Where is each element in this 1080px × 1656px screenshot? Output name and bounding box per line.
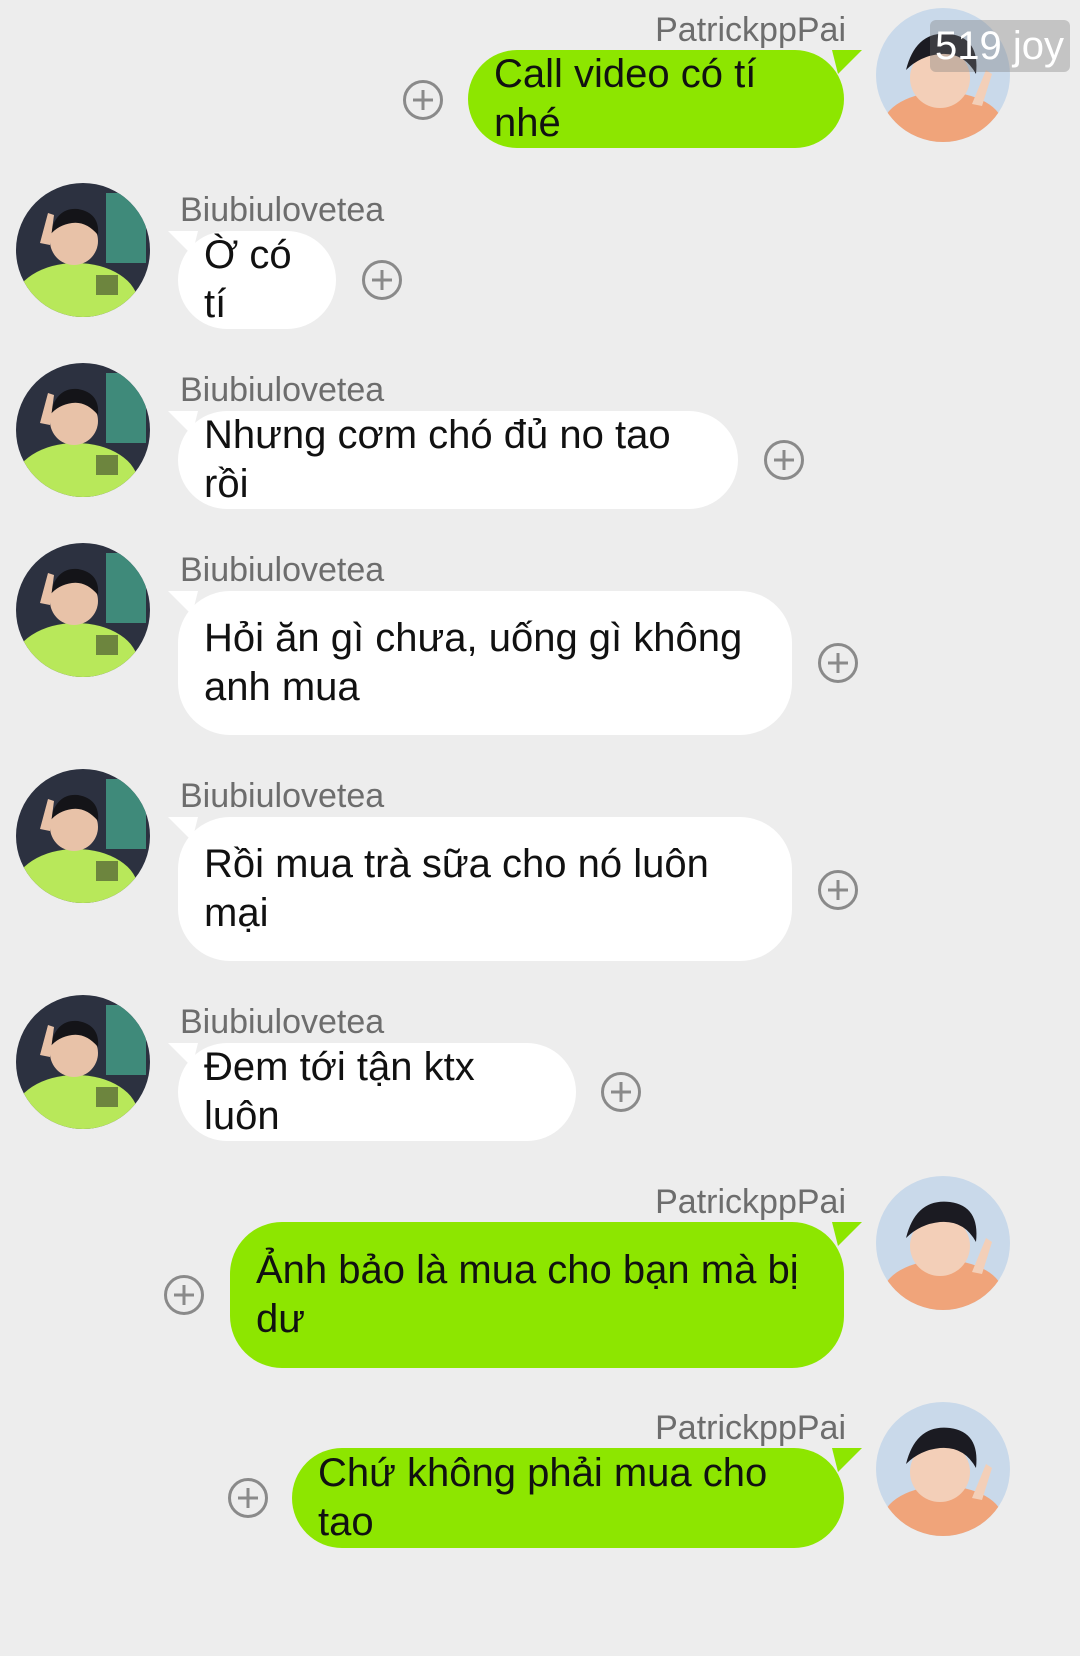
- message-text: Chứ không phải mua cho tao: [318, 1451, 768, 1544]
- message-bubble-incoming[interactable]: Hỏi ăn gì chưa, uống gì không anh mua: [178, 591, 792, 735]
- message-text: Đem tới tận ktx luôn: [204, 1045, 475, 1138]
- message-text: Ờ có tí: [204, 233, 292, 326]
- add-reaction-icon[interactable]: [818, 643, 858, 683]
- contact-avatar[interactable]: [16, 363, 150, 497]
- add-reaction-icon[interactable]: [818, 870, 858, 910]
- sender-name: Biubiulovetea: [180, 777, 385, 815]
- user-avatar[interactable]: [876, 1176, 1010, 1310]
- message-bubble-outgoing[interactable]: Ảnh bảo là mua cho bạn mà bị dư: [230, 1222, 844, 1368]
- sender-name: PatrickppPai: [655, 1409, 846, 1447]
- add-reaction-icon[interactable]: [164, 1275, 204, 1315]
- message-text: Rồi mua trà sữa cho nó luôn mại: [204, 842, 709, 935]
- add-reaction-icon[interactable]: [228, 1478, 268, 1518]
- message-bubble-incoming[interactable]: Đem tới tận ktx luôn: [178, 1043, 576, 1141]
- bubble-tail: [832, 50, 862, 74]
- bubble-tail: [832, 1222, 862, 1246]
- contact-avatar[interactable]: [16, 543, 150, 677]
- add-reaction-icon[interactable]: [601, 1072, 641, 1112]
- message-text: Hỏi ăn gì chưa, uống gì không anh mua: [204, 616, 743, 709]
- contact-avatar[interactable]: [16, 183, 150, 317]
- sender-name: Biubiulovetea: [180, 1003, 385, 1041]
- sender-name: Biubiulovetea: [180, 371, 385, 409]
- contact-avatar[interactable]: [16, 995, 150, 1129]
- bubble-tail: [832, 1448, 862, 1472]
- message-bubble-incoming[interactable]: Ờ có tí: [178, 231, 336, 329]
- message-bubble-incoming[interactable]: Rồi mua trà sữa cho nó luôn mại: [178, 817, 792, 961]
- add-reaction-icon[interactable]: [403, 80, 443, 120]
- sender-name: PatrickppPai: [655, 11, 846, 49]
- add-reaction-icon[interactable]: [362, 260, 402, 300]
- watermark-label: 519 joy: [930, 20, 1070, 72]
- message-text: Call video có tí nhé: [494, 52, 757, 145]
- message-bubble-outgoing[interactable]: Call video có tí nhé: [468, 50, 844, 148]
- sender-name: Biubiulovetea: [180, 191, 385, 229]
- sender-name: Biubiulovetea: [180, 551, 385, 589]
- add-reaction-icon[interactable]: [764, 440, 804, 480]
- message-text: Nhưng cơm chó đủ no tao rồi: [204, 413, 671, 506]
- message-bubble-outgoing[interactable]: Chứ không phải mua cho tao: [292, 1448, 844, 1548]
- contact-avatar[interactable]: [16, 769, 150, 903]
- message-bubble-incoming[interactable]: Nhưng cơm chó đủ no tao rồi: [178, 411, 738, 509]
- message-text: Ảnh bảo là mua cho bạn mà bị dư: [256, 1248, 799, 1341]
- sender-name: PatrickppPai: [655, 1183, 846, 1221]
- user-avatar[interactable]: [876, 1402, 1010, 1536]
